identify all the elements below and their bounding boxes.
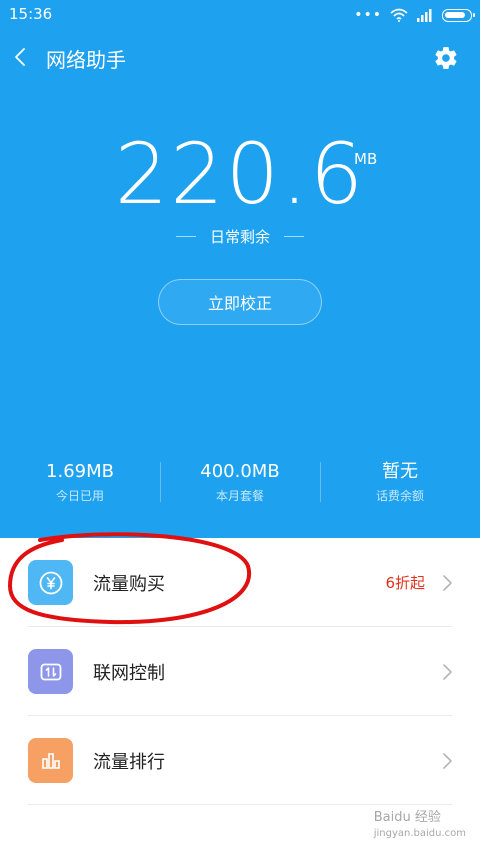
status-icons: •••: [354, 7, 475, 23]
discount-badge: 6折起: [385, 574, 425, 592]
item-icon-bg: [28, 649, 73, 694]
watermark: Baidu 经验 jingyan.baidu.com: [374, 806, 466, 840]
chevron-right-icon: [443, 663, 452, 680]
notification-dots-icon: •••: [354, 7, 382, 23]
remaining-caption: 日常剩余: [0, 226, 480, 247]
stat-value: 1.69MB: [46, 461, 114, 482]
item-icon-bg: [28, 738, 73, 783]
chevron-right-icon: [443, 752, 452, 769]
list-item-network-control[interactable]: 联网控制: [0, 627, 480, 716]
remaining-data: 220.6 MB: [0, 132, 480, 216]
stat-value: 暂无: [382, 461, 418, 482]
battery-icon: [442, 8, 475, 22]
list-item-data-ranking[interactable]: 流量排行: [0, 716, 480, 805]
calibrate-button[interactable]: 立即校正: [158, 279, 322, 325]
watermark-text: Baidu 经验: [373, 810, 441, 825]
list-item-label: 联网控制: [93, 662, 165, 684]
list-item-label: 流量排行: [93, 751, 165, 773]
stat-label: 话费余额: [375, 489, 424, 503]
wifi-icon: [390, 8, 408, 22]
page-title: 网络助手: [46, 48, 126, 72]
red-annotation-ellipse: [7, 532, 252, 625]
stat-value: 400.0MB: [200, 461, 280, 482]
stat-today-used[interactable]: 1.69MB 今日已用: [0, 460, 160, 506]
stat-monthly-plan[interactable]: 400.0MB 本月套餐: [160, 460, 320, 506]
remaining-unit: MB: [354, 150, 378, 168]
network-toggle-icon: [40, 663, 61, 680]
status-bar: 15:36 •••: [0, 0, 480, 30]
chevron-right-icon: [443, 574, 452, 591]
remaining-value: 220.6: [114, 125, 366, 223]
stat-label: 今日已用: [55, 489, 104, 503]
bar-chart-icon: [41, 752, 60, 769]
watermark-subtext: jingyan.baidu.com: [373, 828, 466, 839]
divider: [28, 804, 452, 805]
remaining-label: 日常剩余: [209, 228, 270, 246]
divider: [175, 236, 196, 237]
gear-icon: [435, 47, 457, 69]
status-time: 15:36: [9, 5, 53, 23]
divider: [284, 236, 304, 237]
header-panel: 15:36 ••• 网络助手 220.6 MB 日常剩余 立即校正 1.69MB…: [0, 0, 480, 538]
stat-balance[interactable]: 暂无 话费余额: [320, 460, 480, 506]
signal-icon: [417, 9, 432, 22]
settings-button[interactable]: [433, 45, 459, 71]
stat-label: 本月套餐: [215, 489, 264, 503]
usage-stats: 1.69MB 今日已用 400.0MB 本月套餐 暂无 话费余额: [0, 460, 480, 506]
chevron-left-icon: [15, 48, 25, 66]
back-button[interactable]: [8, 42, 32, 72]
